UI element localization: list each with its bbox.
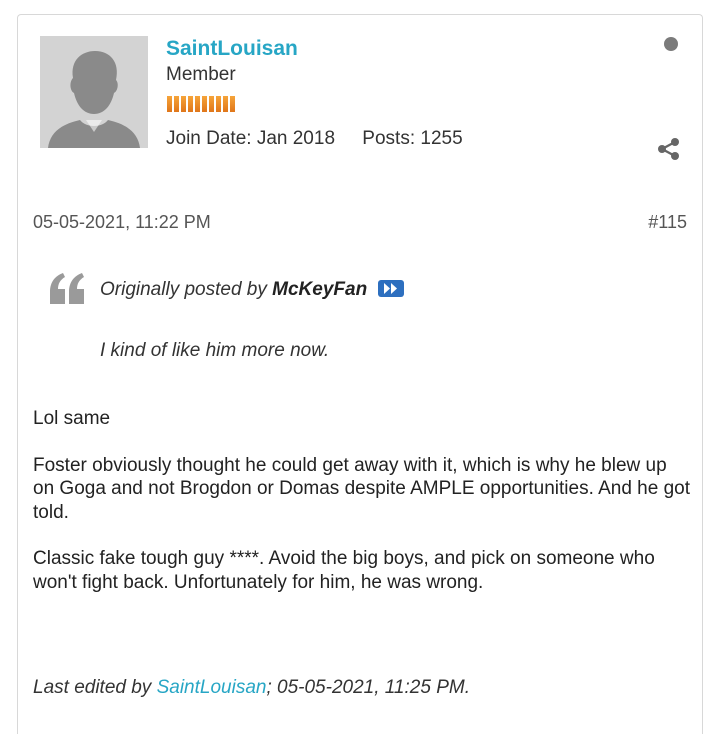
edit-note: Last edited by SaintLouisan; 05-05-2021,… <box>33 677 470 699</box>
reputation-pip <box>230 96 235 112</box>
reputation-pip <box>174 96 179 112</box>
edit-time: ; 05-05-2021, 11:25 PM. <box>266 677 470 698</box>
default-avatar-icon <box>40 36 148 148</box>
reputation-pip <box>202 96 207 112</box>
reputation-bar <box>167 96 235 112</box>
reputation-pip <box>223 96 228 112</box>
post-meta: 05-05-2021, 11:22 PM #115 <box>33 212 687 233</box>
post-timestamp: 05-05-2021, 11:22 PM <box>33 212 211 232</box>
quote-text: I kind of like him more now. <box>100 340 330 361</box>
reputation-pip <box>216 96 221 112</box>
post-paragraph: Classic fake tough guy ****. Avoid the b… <box>33 548 655 593</box>
post-body: Lol same Foster obviously thought he cou… <box>33 407 693 617</box>
jump-to-post-icon[interactable] <box>378 280 405 297</box>
forum-post: SaintLouisan Member Join Date: Jan 2018 … <box>17 14 703 734</box>
reputation-pip <box>188 96 193 112</box>
reputation-pip <box>181 96 186 112</box>
post-number-link[interactable]: #115 <box>648 212 687 233</box>
post-paragraph: Lol same <box>33 408 111 429</box>
share-icon[interactable] <box>655 135 683 163</box>
edit-prefix: Last edited by <box>33 677 152 698</box>
quote-prefix: Originally posted by <box>100 279 267 300</box>
username-link[interactable]: SaintLouisan <box>166 37 298 61</box>
reputation-pip <box>195 96 200 112</box>
status-dot-icon <box>664 37 678 51</box>
user-rank: Member <box>166 64 236 85</box>
reputation-pip <box>167 96 172 112</box>
join-date: Join Date: Jan 2018 <box>166 128 336 149</box>
post-count: Posts: 1255 <box>362 128 463 149</box>
editor-link[interactable]: SaintLouisan <box>157 677 267 698</box>
reputation-pip <box>209 96 214 112</box>
user-stats: Join Date: Jan 2018 Posts: 1255 <box>166 128 463 150</box>
quote-attribution: Originally posted by McKeyFan <box>100 279 405 301</box>
avatar[interactable] <box>40 36 148 148</box>
quote-author: McKeyFan <box>272 279 368 300</box>
quote-icon <box>48 268 88 313</box>
post-paragraph: Foster obviously thought he could get aw… <box>33 454 690 523</box>
